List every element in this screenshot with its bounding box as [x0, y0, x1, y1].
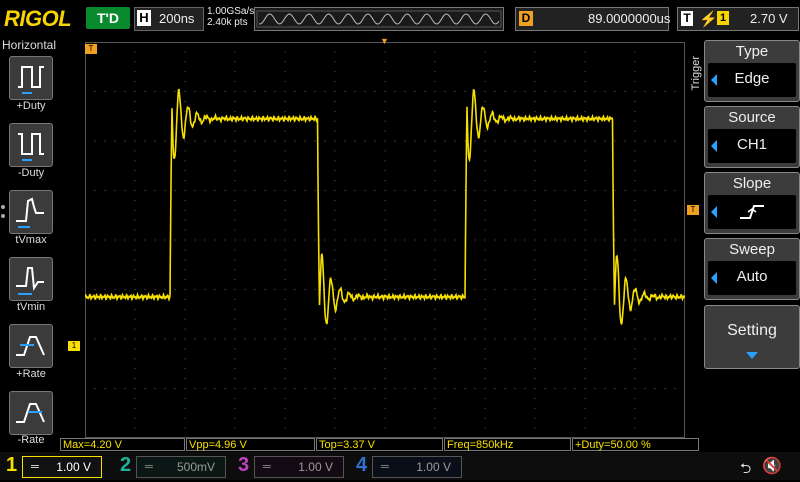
trigger-setting-label: Setting [727, 322, 777, 339]
pos-rate-label: +Rate [16, 368, 46, 380]
dc-coupling-icon: ═ [31, 461, 39, 473]
delay-tag: D [519, 11, 533, 26]
trigger-position-tag: T [85, 44, 97, 54]
memory-window-indicator [254, 7, 504, 31]
neg-duty-icon [18, 133, 44, 161]
dc-coupling-icon: ═ [381, 461, 389, 473]
channel-1-scale: 1.00 V [56, 460, 91, 474]
rising-edge-icon: ⚡ [699, 11, 718, 28]
neg-duty-label: -Duty [17, 167, 45, 179]
rigol-logo: RIGOL [4, 6, 72, 31]
timebase-display[interactable]: H 200ns [134, 7, 204, 31]
neg-rate-button[interactable] [9, 391, 53, 435]
speaker-muted-icon[interactable]: 🔇 [762, 456, 782, 476]
trigger-type-value: Edge [734, 70, 770, 87]
channel-3-scale: 1.00 V [298, 460, 333, 474]
tvmax-label: tVmax [15, 234, 47, 246]
timebase-value: 200ns [159, 11, 195, 26]
measurement-bar: Max=4.20 V Vpp=4.96 V Top=3.37 V Freq=85… [60, 438, 700, 452]
channel-4-scale: 1.00 V [416, 460, 451, 474]
waveform-display[interactable] [85, 42, 685, 438]
channel-3-number: 3 [238, 454, 250, 476]
dc-coupling-icon: ═ [145, 461, 153, 473]
trigger-source-tag: 1 [717, 11, 729, 25]
measurement-top[interactable]: Top=3.37 V [316, 438, 443, 451]
trigger-sweep-button[interactable]: Sweep Auto [704, 238, 800, 300]
memory-depth: 2.40k pts [207, 17, 248, 28]
blue-left-arrow-icon [711, 206, 717, 218]
trigger-tag: T [681, 11, 693, 26]
trigger-slope-title: Slope [732, 175, 772, 192]
trigger-sweep-value: Auto [736, 268, 768, 285]
tvmin-icon [16, 267, 44, 295]
status-bar: RIGOL T'D H 200ns 1.00GSa/s 2.40k pts D … [0, 0, 800, 36]
pos-duty-icon [18, 66, 44, 94]
channel-2-number: 2 [120, 454, 132, 476]
channel-bar: 1 ═ 1.00 V 2 ═ 500mV 3 ═ 1.00 V 4 ═ 1.00… [0, 452, 800, 480]
neg-duty-button[interactable] [9, 123, 53, 167]
tvmin-label: tVmin [16, 301, 46, 313]
trigger-type-button[interactable]: Type Edge [704, 40, 800, 102]
acquisition-info: 1.00GSa/s 2.40k pts [207, 6, 254, 28]
measurement-pos-duty[interactable]: +Duty=50.00 % [572, 438, 699, 451]
page-indicator-dots [1, 205, 5, 223]
tvmax-icon [16, 197, 44, 228]
horizontal-menu-title: Horizontal [2, 38, 57, 52]
trigger-menu-title: Trigger [690, 56, 702, 91]
pos-duty-label: +Duty [16, 100, 46, 112]
horizontal-tag: H [137, 10, 151, 26]
delay-value: 89.0000000us [588, 11, 671, 26]
channel-2-scale: 500mV [176, 460, 215, 474]
tvmin-button[interactable] [9, 257, 53, 301]
trigger-source-value: CH1 [736, 136, 767, 153]
trigger-setting-button[interactable]: Setting [704, 305, 800, 369]
trigger-status-badge[interactable]: T'D [86, 7, 130, 29]
neg-rate-icon [16, 403, 45, 423]
trigger-level-value: 2.70 V [750, 11, 788, 26]
trigger-display[interactable]: T ⚡ 1 2.70 V [677, 7, 799, 31]
measurement-vpp[interactable]: Vpp=4.96 V [186, 438, 315, 451]
sample-rate: 1.00GSa/s [207, 6, 255, 17]
channel-4-number: 4 [356, 454, 368, 476]
trigger-source-button[interactable]: Source CH1 [704, 106, 800, 168]
measurement-freq[interactable]: Freq=850kHz [444, 438, 571, 451]
neg-rate-label: -Rate [17, 434, 45, 446]
usb-icon: ⮌ [740, 460, 752, 476]
tvmax-button[interactable] [9, 190, 53, 234]
trigger-source-title: Source [728, 109, 776, 126]
pos-rate-button[interactable] [9, 324, 53, 368]
pos-duty-button[interactable] [9, 56, 53, 100]
trigger-slope-button[interactable]: Slope [704, 172, 800, 234]
pos-rate-icon [16, 336, 45, 356]
dc-coupling-icon: ═ [263, 461, 271, 473]
rising-slope-icon [740, 205, 764, 219]
memory-waveform-icon [256, 10, 502, 28]
trigger-sweep-title: Sweep [729, 241, 775, 258]
chevron-down-icon [746, 352, 758, 359]
delay-display[interactable]: D 89.0000000us [515, 7, 671, 31]
trigger-level-marker[interactable]: T [687, 205, 699, 215]
channel-1-number: 1 [6, 454, 18, 476]
trigger-type-title: Type [735, 43, 769, 60]
channel1-ground-marker[interactable]: 1 [68, 341, 80, 351]
measurement-max[interactable]: Max=4.20 V [60, 438, 185, 451]
trigger-position-marker[interactable]: ▼ [380, 36, 389, 46]
